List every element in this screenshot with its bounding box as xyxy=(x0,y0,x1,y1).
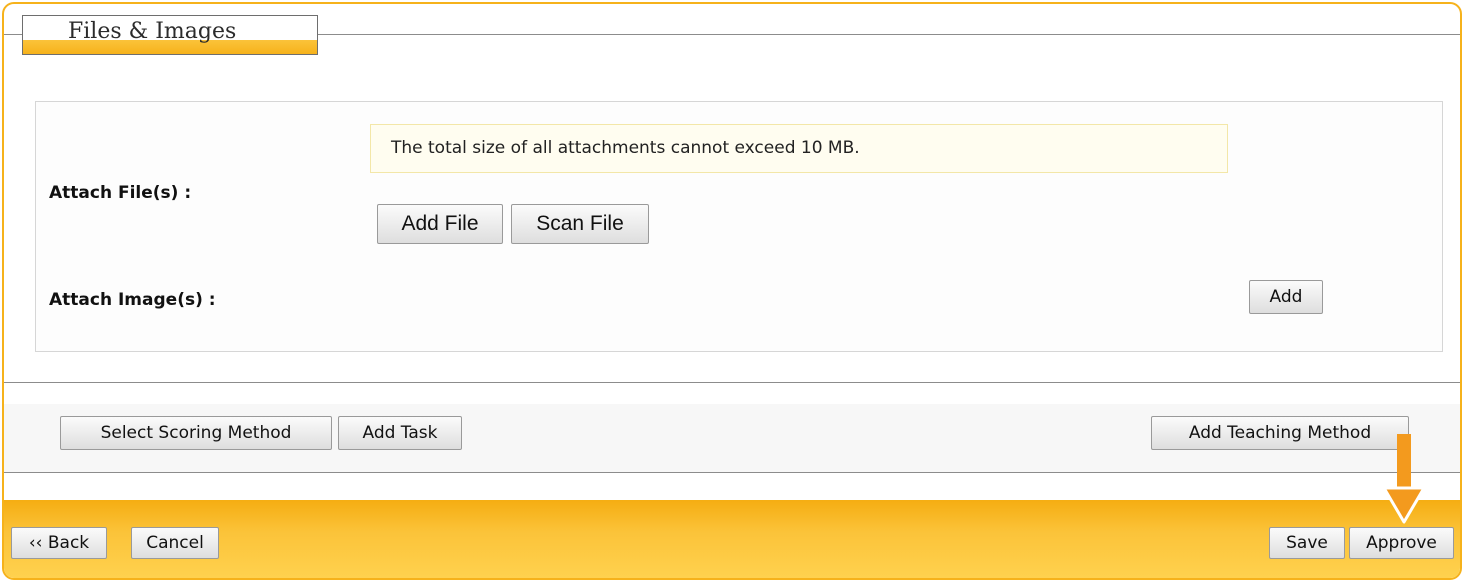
action-toolbar: Select Scoring Method Add Task Add Teach… xyxy=(4,404,1460,472)
section-title: Files & Images xyxy=(68,19,237,44)
attachments-box: The total size of all attachments cannot… xyxy=(35,101,1443,352)
select-scoring-method-button[interactable]: Select Scoring Method xyxy=(60,416,332,450)
attachment-size-notice: The total size of all attachments cannot… xyxy=(370,124,1228,173)
divider-top xyxy=(4,382,1460,383)
approve-button[interactable]: Approve xyxy=(1349,527,1454,559)
down-arrow-icon xyxy=(1382,434,1426,524)
divider-toolbar-bottom xyxy=(4,472,1460,473)
add-teaching-method-button[interactable]: Add Teaching Method xyxy=(1151,416,1409,450)
add-image-button[interactable]: Add xyxy=(1249,280,1323,314)
attach-images-label: Attach Image(s) : xyxy=(49,290,216,310)
save-button[interactable]: Save xyxy=(1269,527,1345,559)
section-header: Files & Images xyxy=(22,15,318,55)
cancel-button[interactable]: Cancel xyxy=(131,527,219,559)
add-task-button[interactable]: Add Task xyxy=(338,416,462,450)
footer-bar: ‹‹ Back Cancel Save Approve xyxy=(4,500,1460,578)
back-button[interactable]: ‹‹ Back xyxy=(11,527,107,559)
add-file-button[interactable]: Add File xyxy=(377,204,503,244)
attach-files-label: Attach File(s) : xyxy=(49,183,192,203)
files-images-panel: Files & Images The total size of all att… xyxy=(2,2,1462,580)
scan-file-button[interactable]: Scan File xyxy=(511,204,649,244)
